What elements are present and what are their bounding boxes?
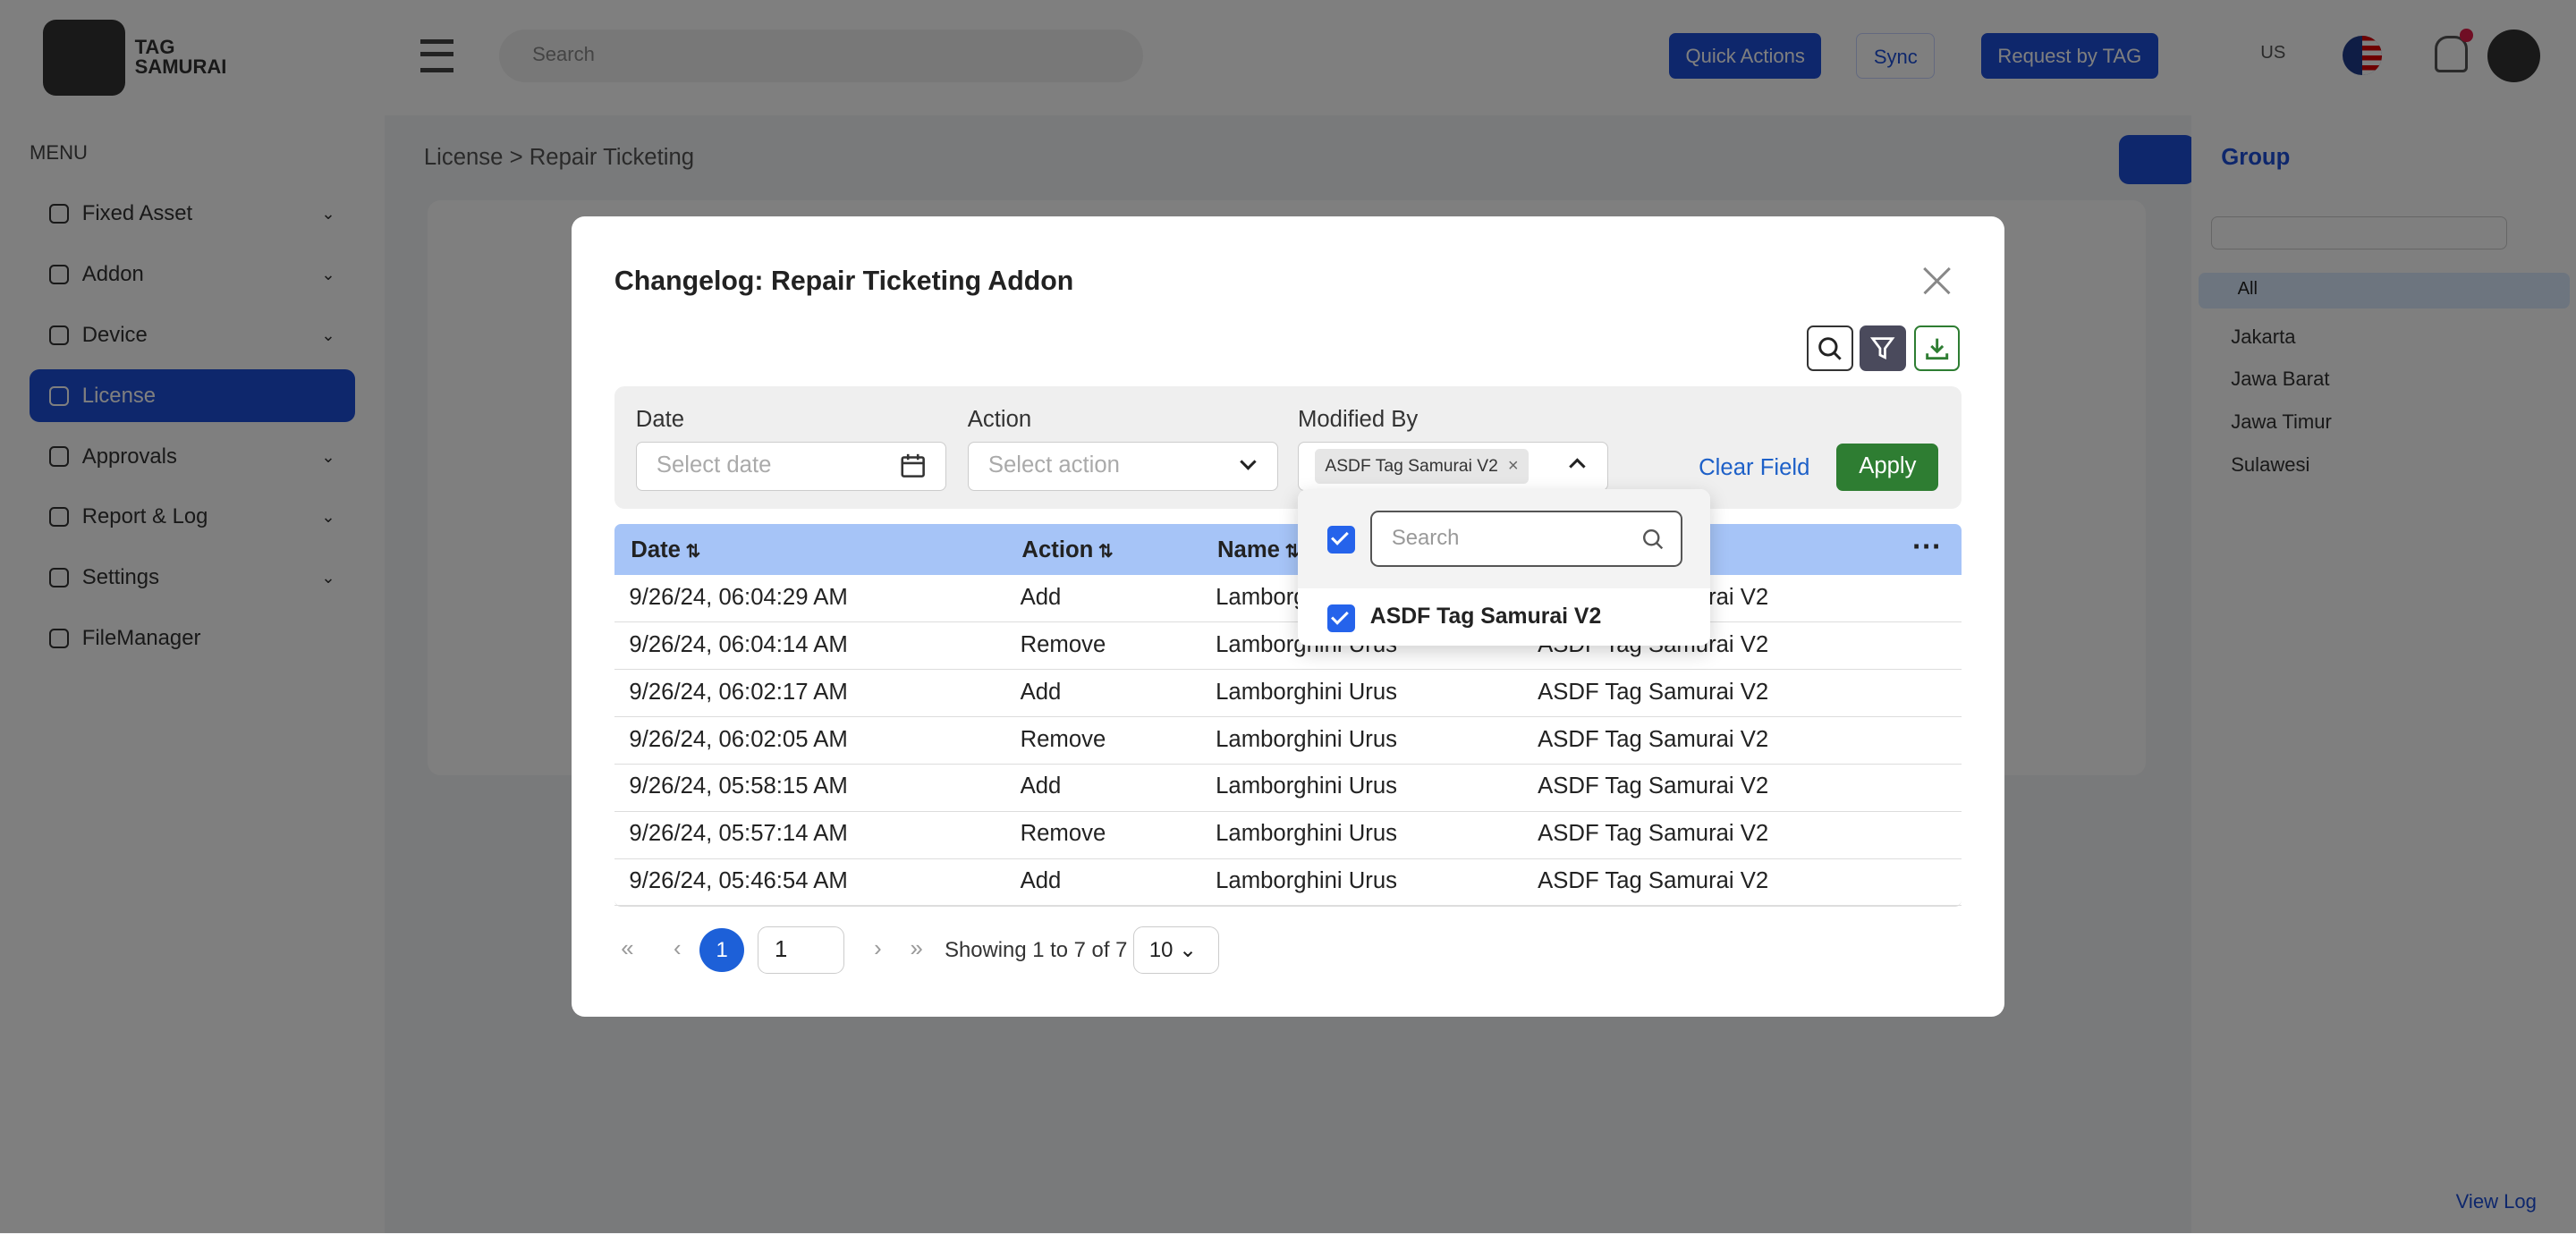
select-all-checkbox[interactable] [1327, 525, 1356, 554]
close-icon[interactable] [1922, 266, 1952, 296]
sort-icon[interactable]: ⇅ [685, 542, 700, 562]
last-page-icon[interactable]: » [911, 936, 923, 962]
dropdown-search-input[interactable]: Search [1369, 511, 1682, 567]
dropdown-header: Search [1297, 489, 1710, 588]
action-filter-label: Action [967, 407, 1032, 433]
table-cell: Lamborghini Urus [1216, 679, 1397, 705]
selected-tag-label: ASDF Tag Samurai V2 [1325, 456, 1498, 476]
table-row: 9/26/24, 06:04:29 AMAddLamborghini UrusA… [614, 575, 1962, 623]
apply-button[interactable]: Apply [1836, 443, 1939, 492]
dropdown-option[interactable]: ASDF Tag Samurai V2 [1370, 604, 1601, 630]
table-cell: Lamborghini Urus [1216, 726, 1397, 752]
table-cell: 9/26/24, 06:02:05 AM [629, 726, 848, 752]
filter-panel: Date Select date Action Select action Mo… [614, 385, 1962, 510]
chevron-down-icon [1240, 453, 1257, 470]
chevron-down-icon: ⌄ [1179, 937, 1197, 962]
table-cell: ASDF Tag Samurai V2 [1538, 773, 1769, 799]
prev-page-icon[interactable]: ‹ [674, 936, 682, 962]
table-row: 9/26/24, 06:02:17 AM Add Lamborghini Urus A… [614, 670, 1962, 717]
table-cell: 9/26/24, 06:04:29 AM [629, 584, 848, 610]
table-row: 9/26/24, 06:04:14 AMRemoveLamborghini Ur… [614, 622, 1962, 670]
table-cell: Add [1020, 584, 1062, 610]
table-cell: ASDF Tag Samurai V2 [1538, 679, 1769, 705]
table-cell: ASDF Tag Samurai V2 [1538, 726, 1769, 752]
dropdown-search-placeholder: Search [1391, 525, 1460, 550]
calendar-icon [900, 453, 925, 478]
changelog-modal: Changelog: Repair Ticketing Addon Date S… [572, 216, 2004, 1017]
changelog-table: Date ⇅ Action ⇅ Name ⇅ ··· 9/26/24, 06:04:2… [614, 523, 1962, 907]
table-cell: Lamborghini Urus [1216, 773, 1397, 799]
table-cell: 9/26/24, 05:46:54 AM [629, 868, 848, 894]
action-filter-select[interactable]: Select action [967, 442, 1278, 492]
table-cell: Add [1020, 868, 1062, 894]
download-button[interactable] [1913, 325, 1961, 372]
download-icon [1925, 338, 1948, 359]
filter-toggle-button[interactable] [1860, 325, 1906, 372]
page-size-value: 10 [1148, 937, 1174, 962]
table-cell: 9/26/24, 06:02:17 AM [629, 679, 848, 705]
option-checkbox[interactable] [1327, 604, 1356, 633]
action-placeholder: Select action [987, 452, 1120, 478]
clear-field-link[interactable]: Clear Field [1699, 455, 1809, 481]
table-cell: Add [1020, 679, 1062, 705]
table-cell: Remove [1020, 631, 1106, 657]
table-cell: ASDF Tag Samurai V2 [1538, 821, 1769, 847]
table-cell: Lamborghini Urus [1216, 821, 1397, 847]
table-row: 9/26/24, 05:57:14 AM Remove Lamborghini Ur… [614, 811, 1962, 859]
table-cell: 9/26/24, 06:04:14 AM [629, 631, 848, 657]
search-icon [1818, 336, 1843, 360]
column-header-name[interactable]: Name ⇅ [1217, 537, 1300, 563]
table-row: 9/26/24, 06:02:05 AM Remove Lamborghini Ur… [614, 717, 1962, 765]
table-row: 9/26/24, 05:46:54 AM Add Lamborghini Urus A… [614, 858, 1962, 907]
table-cell: 9/26/24, 05:57:14 AM [629, 821, 848, 847]
search-icon [1642, 528, 1663, 549]
sort-icon[interactable]: ⇅ [1098, 542, 1114, 562]
table-row: 9/26/24, 05:58:15 AM Add Lamborghini Urus A… [614, 764, 1962, 812]
date-filter-input[interactable]: Select date [635, 442, 946, 492]
modified-by-dropdown: Search ASDF Tag Samurai V2 [1297, 489, 1710, 646]
column-header-label: Name [1216, 537, 1280, 562]
search-toggle-button[interactable] [1807, 325, 1853, 372]
chevron-up-icon[interactable] [1569, 458, 1586, 475]
next-page-icon[interactable]: › [874, 936, 882, 962]
table-cell: 9/26/24, 05:58:15 AM [629, 773, 848, 799]
date-filter-label: Date [635, 407, 685, 433]
table-cell: Add [1020, 773, 1062, 799]
pagination: « ‹ 1 1 › » Showing 1 to 7 of 7 10 ⌄ [621, 926, 1442, 976]
remove-tag-icon[interactable]: × [1508, 456, 1519, 476]
table-cell: Remove [1020, 726, 1106, 752]
table-cell: Remove [1020, 821, 1106, 847]
page-size-select[interactable]: 10 ⌄ [1133, 926, 1219, 975]
table-cell: Lamborghini Urus [1216, 868, 1397, 894]
page-number-input[interactable]: 1 [757, 926, 845, 975]
date-placeholder: Select date [656, 452, 772, 478]
modified-by-filter-label: Modified By [1297, 407, 1419, 433]
filter-icon [1870, 336, 1895, 359]
column-header-action[interactable]: Action ⇅ [1021, 537, 1113, 563]
current-page-button[interactable]: 1 [699, 927, 744, 973]
showing-text: Showing 1 to 7 of 7 [945, 937, 1128, 962]
modal-title: Changelog: Repair Ticketing Addon [614, 266, 1074, 296]
more-options-icon[interactable]: ··· [1912, 530, 1942, 564]
selected-tag: ASDF Tag Samurai V2 × [1315, 449, 1529, 484]
column-header-label: Date [631, 537, 681, 562]
column-header-date[interactable]: Date ⇅ [631, 537, 700, 563]
modified-by-filter-select[interactable]: ASDF Tag Samurai V2 × [1297, 442, 1609, 492]
table-header: Date ⇅ Action ⇅ Name ⇅ ··· [614, 523, 1962, 575]
first-page-icon[interactable]: « [621, 936, 633, 962]
table-cell: ASDF Tag Samurai V2 [1538, 868, 1769, 894]
column-header-label: Action [1021, 537, 1094, 562]
